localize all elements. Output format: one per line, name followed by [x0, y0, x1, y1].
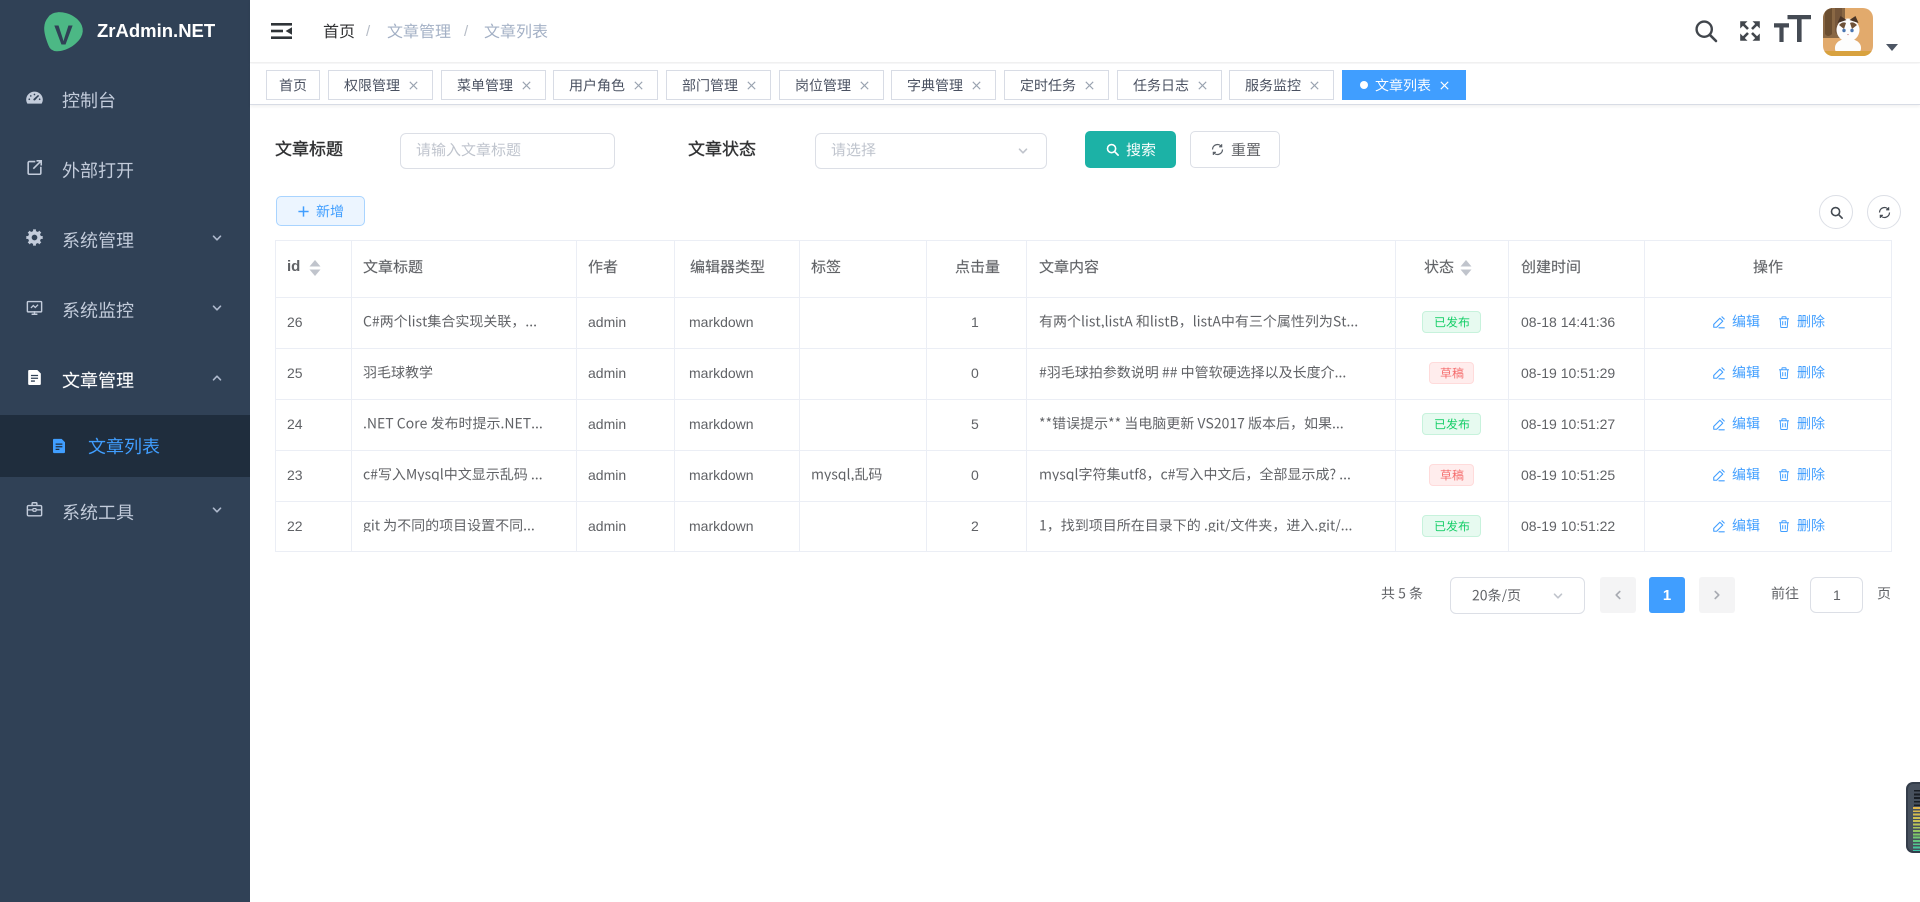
svg-text:V: V	[54, 20, 73, 51]
